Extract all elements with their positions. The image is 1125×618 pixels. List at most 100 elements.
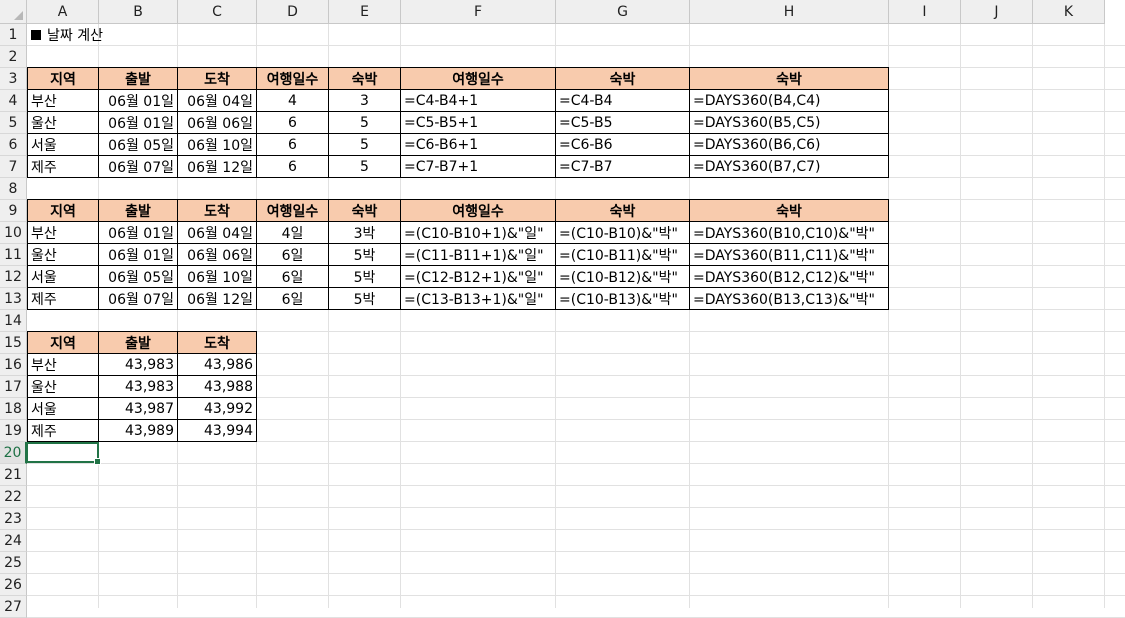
- table-cell[interactable]: =(C10-B10+1)&"일": [401, 222, 556, 244]
- table-cell[interactable]: =(C10-B10)&"박": [556, 222, 690, 244]
- table-header-cell[interactable]: 숙박: [329, 67, 401, 90]
- row-header[interactable]: 19: [0, 420, 27, 442]
- row-header[interactable]: 23: [0, 508, 27, 530]
- table-cell[interactable]: 5박: [329, 266, 401, 288]
- column-header[interactable]: K: [1033, 0, 1105, 24]
- table-cell[interactable]: 06월 05일: [99, 134, 178, 156]
- table-cell[interactable]: =(C10-B13)&"박": [556, 288, 690, 310]
- row-header[interactable]: 18: [0, 398, 27, 420]
- column-header[interactable]: A: [27, 0, 99, 24]
- table-header-cell[interactable]: 숙박: [690, 199, 889, 222]
- row-header[interactable]: 10: [0, 222, 27, 244]
- table-header-cell[interactable]: 숙박: [556, 199, 690, 222]
- row-header[interactable]: 8: [0, 178, 27, 200]
- table-cell[interactable]: 06월 01일: [99, 244, 178, 266]
- table-cell[interactable]: 제주: [27, 420, 99, 442]
- table-cell[interactable]: 부산: [27, 222, 99, 244]
- table-cell[interactable]: 43,989: [99, 420, 178, 442]
- table-header-cell[interactable]: 도착: [178, 67, 257, 90]
- table-cell[interactable]: 06월 06일: [178, 244, 257, 266]
- column-header[interactable]: C: [178, 0, 257, 24]
- table-cell[interactable]: =C5-B5: [556, 112, 690, 134]
- table-cell[interactable]: =C7-B7+1: [401, 156, 556, 178]
- table-cell[interactable]: =(C10-B12)&"박": [556, 266, 690, 288]
- table-header-cell[interactable]: 출발: [99, 67, 178, 90]
- table-cell[interactable]: 43,983: [99, 376, 178, 398]
- row-header[interactable]: 17: [0, 376, 27, 398]
- table-cell[interactable]: 5: [329, 134, 401, 156]
- table-cell[interactable]: =(C13-B13+1)&"일": [401, 288, 556, 310]
- table-cell[interactable]: 06월 07일: [99, 288, 178, 310]
- column-header[interactable]: J: [961, 0, 1033, 24]
- row-header[interactable]: 20: [0, 442, 27, 464]
- table-header-cell[interactable]: 여행일수: [401, 67, 556, 90]
- row-header[interactable]: 11: [0, 244, 27, 266]
- table-cell[interactable]: =DAYS360(B6,C6): [690, 134, 889, 156]
- table-cell[interactable]: =C4-B4+1: [401, 90, 556, 112]
- table-cell[interactable]: 06월 12일: [178, 288, 257, 310]
- table-cell[interactable]: =C5-B5+1: [401, 112, 556, 134]
- row-header[interactable]: 5: [0, 112, 27, 134]
- row-header[interactable]: 13: [0, 288, 27, 310]
- table-cell[interactable]: 06월 06일: [178, 112, 257, 134]
- row-header[interactable]: 4: [0, 90, 27, 112]
- table-cell[interactable]: 06월 01일: [99, 112, 178, 134]
- column-header[interactable]: B: [99, 0, 178, 24]
- row-header[interactable]: 9: [0, 200, 27, 222]
- row-header[interactable]: 27: [0, 596, 27, 618]
- table-cell[interactable]: =(C12-B12+1)&"일": [401, 266, 556, 288]
- table-cell[interactable]: 06월 12일: [178, 156, 257, 178]
- fill-handle[interactable]: [94, 458, 101, 465]
- table-cell[interactable]: =DAYS360(B11,C11)&"박": [690, 244, 889, 266]
- table-header-cell[interactable]: 숙박: [690, 67, 889, 90]
- row-header[interactable]: 14: [0, 310, 27, 332]
- table-header-cell[interactable]: 여행일수: [401, 199, 556, 222]
- table-cell[interactable]: 6일: [257, 288, 329, 310]
- sheet-title[interactable]: 날짜 계산: [28, 24, 103, 46]
- table-cell[interactable]: =DAYS360(B7,C7): [690, 156, 889, 178]
- table-cell[interactable]: =DAYS360(B13,C13)&"박": [690, 288, 889, 310]
- row-header[interactable]: 24: [0, 530, 27, 552]
- spreadsheet-grid[interactable]: ABCDEFGHIJK 1 2 3 4 5 6 7 8 9 10 11 12 13 14 15 16 17 18 1…: [0, 0, 1125, 618]
- table-cell[interactable]: 5: [329, 112, 401, 134]
- table-cell[interactable]: 서울: [27, 266, 99, 288]
- table-cell[interactable]: 6일: [257, 244, 329, 266]
- table-cell[interactable]: =DAYS360(B4,C4): [690, 90, 889, 112]
- row-header[interactable]: 25: [0, 552, 27, 574]
- column-header[interactable]: I: [889, 0, 961, 24]
- table-cell[interactable]: 제주: [27, 156, 99, 178]
- table-cell[interactable]: 06월 10일: [178, 266, 257, 288]
- table-header-cell[interactable]: 지역: [27, 331, 99, 354]
- table-cell[interactable]: 3: [329, 90, 401, 112]
- row-header[interactable]: 21: [0, 464, 27, 486]
- row-header[interactable]: 2: [0, 46, 27, 68]
- row-header[interactable]: 6: [0, 134, 27, 156]
- table-cell[interactable]: 부산: [27, 354, 99, 376]
- column-header[interactable]: G: [556, 0, 690, 24]
- table-cell[interactable]: 5박: [329, 244, 401, 266]
- row-header[interactable]: 12: [0, 266, 27, 288]
- table-cell[interactable]: 울산: [27, 244, 99, 266]
- row-header[interactable]: 1: [0, 24, 27, 46]
- table-cell[interactable]: 부산: [27, 90, 99, 112]
- table-cell[interactable]: 6: [257, 112, 329, 134]
- row-header[interactable]: 16: [0, 354, 27, 376]
- table-cell[interactable]: 울산: [27, 376, 99, 398]
- table-cell[interactable]: 43,992: [178, 398, 257, 420]
- table-header-cell[interactable]: 출발: [99, 199, 178, 222]
- table-cell[interactable]: =(C11-B11+1)&"일": [401, 244, 556, 266]
- active-cell-selection[interactable]: [26, 442, 101, 465]
- table-header-cell[interactable]: 지역: [27, 199, 99, 222]
- table-cell[interactable]: 06월 04일: [178, 222, 257, 244]
- table-cell[interactable]: 43,994: [178, 420, 257, 442]
- table-cell[interactable]: 6일: [257, 266, 329, 288]
- row-header[interactable]: 3: [0, 68, 27, 90]
- table-cell[interactable]: 6: [257, 156, 329, 178]
- table-cell[interactable]: =C6-B6+1: [401, 134, 556, 156]
- table-cell[interactable]: 06월 04일: [178, 90, 257, 112]
- table-cell[interactable]: 43,983: [99, 354, 178, 376]
- table-cell[interactable]: 06월 01일: [99, 222, 178, 244]
- row-header[interactable]: 15: [0, 332, 27, 354]
- table-cell[interactable]: =(C10-B11)&"박": [556, 244, 690, 266]
- table-cell[interactable]: =DAYS360(B10,C10)&"박": [690, 222, 889, 244]
